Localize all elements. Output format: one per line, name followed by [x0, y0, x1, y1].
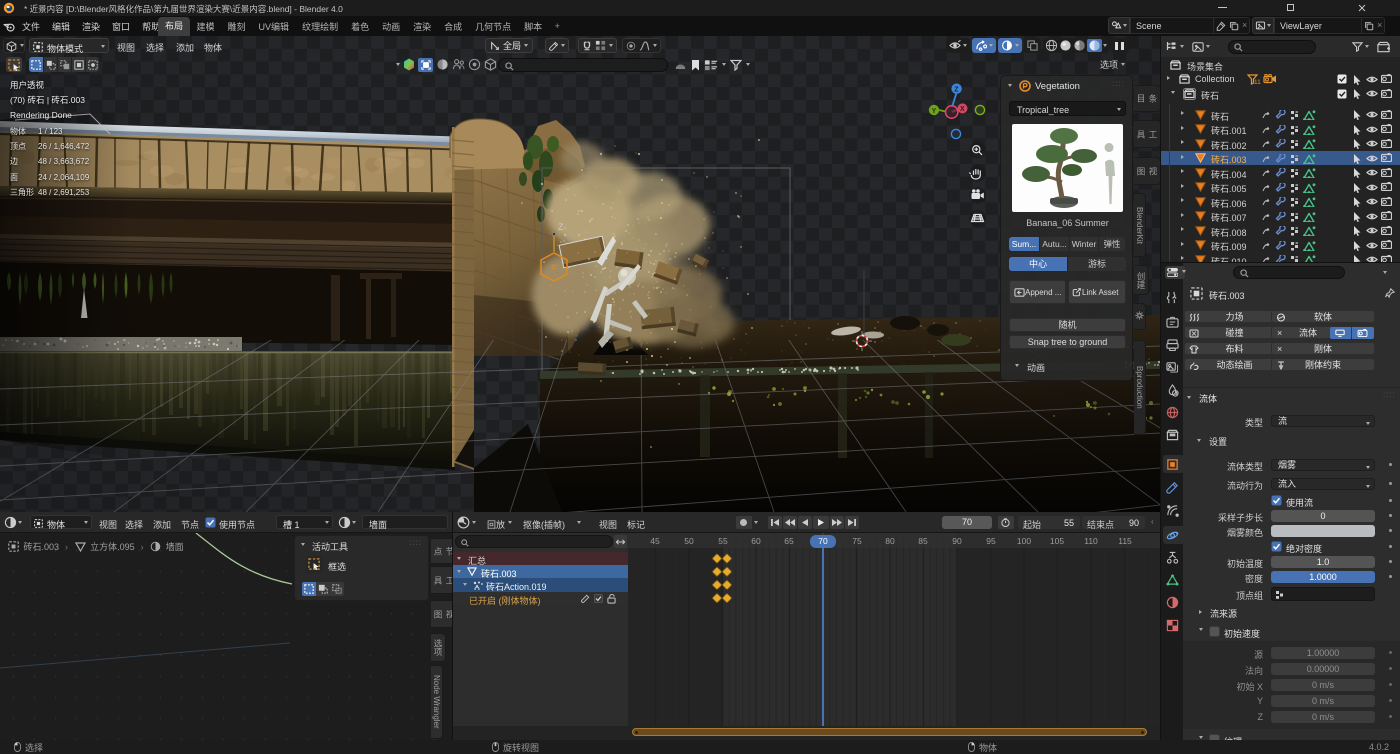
- svg-text:11: 11: [1254, 79, 1261, 85]
- svg-text:Z: Z: [558, 222, 564, 232]
- svg-text:Z: Z: [954, 87, 959, 94]
- svg-text:X: X: [960, 106, 965, 113]
- svg-text:Y: Y: [932, 108, 937, 115]
